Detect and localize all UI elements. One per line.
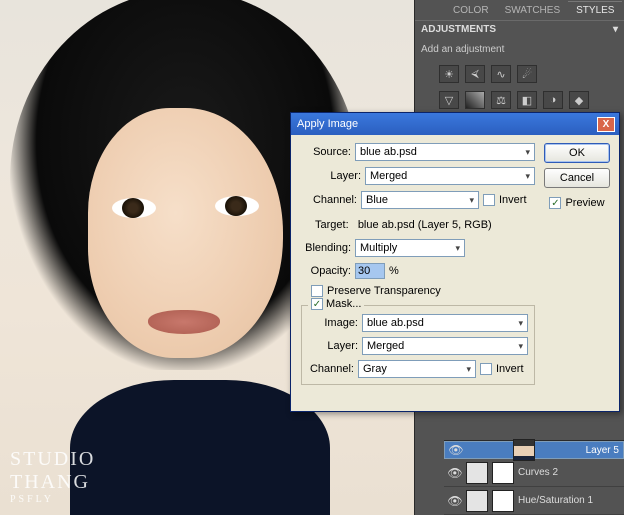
- hue-sat-icon[interactable]: [465, 91, 485, 109]
- mask-invert-label: Invert: [496, 363, 524, 375]
- tab-swatches[interactable]: SWATCHES: [497, 2, 569, 19]
- visibility-icon[interactable]: 👁: [449, 443, 463, 457]
- preserve-transparency-label: Preserve Transparency: [327, 285, 441, 297]
- brightness-icon[interactable]: ☀: [439, 65, 459, 83]
- cancel-button[interactable]: Cancel: [544, 168, 610, 188]
- chevron-down-icon: ▾: [518, 341, 523, 352]
- pupil-left: [122, 198, 144, 218]
- channel-select[interactable]: Blue▾: [361, 191, 479, 209]
- panel-menu-icon[interactable]: ▾: [613, 24, 618, 35]
- mask-invert-checkbox[interactable]: [480, 363, 492, 375]
- mask-layer-select[interactable]: Merged▾: [362, 337, 528, 355]
- tab-adjustments[interactable]: ADJUSTMENTS: [421, 24, 496, 35]
- exposure-icon[interactable]: ☄: [517, 65, 537, 83]
- invert-label: Invert: [499, 194, 527, 206]
- adjustments-panel-header: ADJUSTMENTS ▾: [415, 20, 624, 38]
- chevron-down-icon: ▾: [525, 147, 530, 158]
- layers-panel: 👁 Layer 5 👁 Curves 2 👁 Hue/Saturation 1: [444, 440, 624, 515]
- layer-select[interactable]: Merged▾: [365, 167, 535, 185]
- color-balance-icon[interactable]: ⚖: [491, 91, 511, 109]
- layer-mask-thumb[interactable]: [492, 490, 514, 512]
- mask-group: ✓ Mask... Image: blue ab.psd▾ Layer: Mer…: [301, 305, 535, 385]
- apply-image-dialog: Apply Image X Source: blue ab.psd▾ Layer…: [290, 112, 620, 412]
- chevron-down-icon: ▾: [466, 364, 471, 375]
- chevron-down-icon: ▾: [455, 243, 460, 254]
- layer-adj-thumb[interactable]: [466, 490, 488, 512]
- tab-styles[interactable]: STYLES: [568, 1, 622, 19]
- mask-checkbox[interactable]: ✓: [311, 298, 323, 310]
- photo-filter-icon[interactable]: ◑: [543, 91, 563, 109]
- blending-label: Blending:: [301, 242, 351, 254]
- pupil-right: [225, 196, 247, 216]
- mask-channel-label: Channel:: [308, 363, 354, 375]
- channel-label: Channel:: [311, 194, 357, 206]
- visibility-icon[interactable]: 👁: [448, 494, 462, 508]
- curves-icon[interactable]: ∿: [491, 65, 511, 83]
- invert-checkbox[interactable]: [483, 194, 495, 206]
- source-select[interactable]: blue ab.psd▾: [355, 143, 535, 161]
- opacity-input[interactable]: [355, 263, 385, 279]
- mask-image-select[interactable]: blue ab.psd▾: [362, 314, 528, 332]
- layer-name: Hue/Saturation 1: [518, 495, 593, 506]
- chevron-down-icon: ▾: [469, 195, 474, 206]
- layer-name: Layer 5: [586, 445, 619, 456]
- channel-mixer-icon[interactable]: ◆: [569, 91, 589, 109]
- watermark-line2: THANG: [10, 471, 95, 494]
- vibrance-icon[interactable]: ▽: [439, 91, 459, 109]
- layer-row[interactable]: 👁 Curves 2: [444, 459, 624, 487]
- blending-select[interactable]: Multiply▾: [355, 239, 465, 257]
- layer-thumb[interactable]: [513, 439, 535, 461]
- lips: [148, 310, 220, 334]
- watermark-line1: STUDIO: [10, 448, 95, 471]
- mask-image-label: Image:: [308, 317, 358, 329]
- color-panel-tabs: COLOR SWATCHES STYLES: [415, 0, 624, 20]
- watermark: STUDIO THANG PSFLY: [10, 448, 95, 505]
- bw-icon[interactable]: ◧: [517, 91, 537, 109]
- layer-name: Curves 2: [518, 467, 558, 478]
- watermark-line3: PSFLY: [10, 494, 95, 505]
- adjustments-hint: Add an adjustment: [421, 44, 618, 55]
- layer-label: Layer:: [311, 170, 361, 182]
- preview-checkbox[interactable]: ✓: [549, 197, 561, 209]
- visibility-icon[interactable]: 👁: [448, 466, 462, 480]
- opacity-label: Opacity:: [301, 265, 351, 277]
- layer-mask-thumb[interactable]: [492, 462, 514, 484]
- layer-row[interactable]: 👁 Hue/Saturation 1: [444, 487, 624, 515]
- preview-label: Preview: [565, 197, 604, 209]
- close-icon[interactable]: X: [597, 117, 615, 132]
- dialog-titlebar[interactable]: Apply Image X: [291, 113, 619, 135]
- dialog-title: Apply Image: [297, 118, 358, 130]
- target-label: Target:: [315, 219, 349, 231]
- layer-row[interactable]: 👁 Layer 5: [444, 441, 624, 459]
- layer-adj-thumb[interactable]: [466, 462, 488, 484]
- opacity-pct: %: [389, 265, 399, 277]
- source-label: Source:: [301, 146, 351, 158]
- tab-color[interactable]: COLOR: [445, 2, 497, 19]
- chevron-down-icon: ▾: [525, 171, 530, 182]
- mask-label: Mask...: [326, 298, 361, 310]
- mask-channel-select[interactable]: Gray▾: [358, 360, 476, 378]
- ok-button[interactable]: OK: [544, 143, 610, 163]
- preserve-transparency-checkbox[interactable]: [311, 285, 323, 297]
- levels-icon[interactable]: ⮘: [465, 65, 485, 83]
- target-value: blue ab.psd (Layer 5, RGB): [358, 219, 492, 231]
- chevron-down-icon: ▾: [518, 318, 523, 329]
- mask-layer-label: Layer:: [308, 340, 358, 352]
